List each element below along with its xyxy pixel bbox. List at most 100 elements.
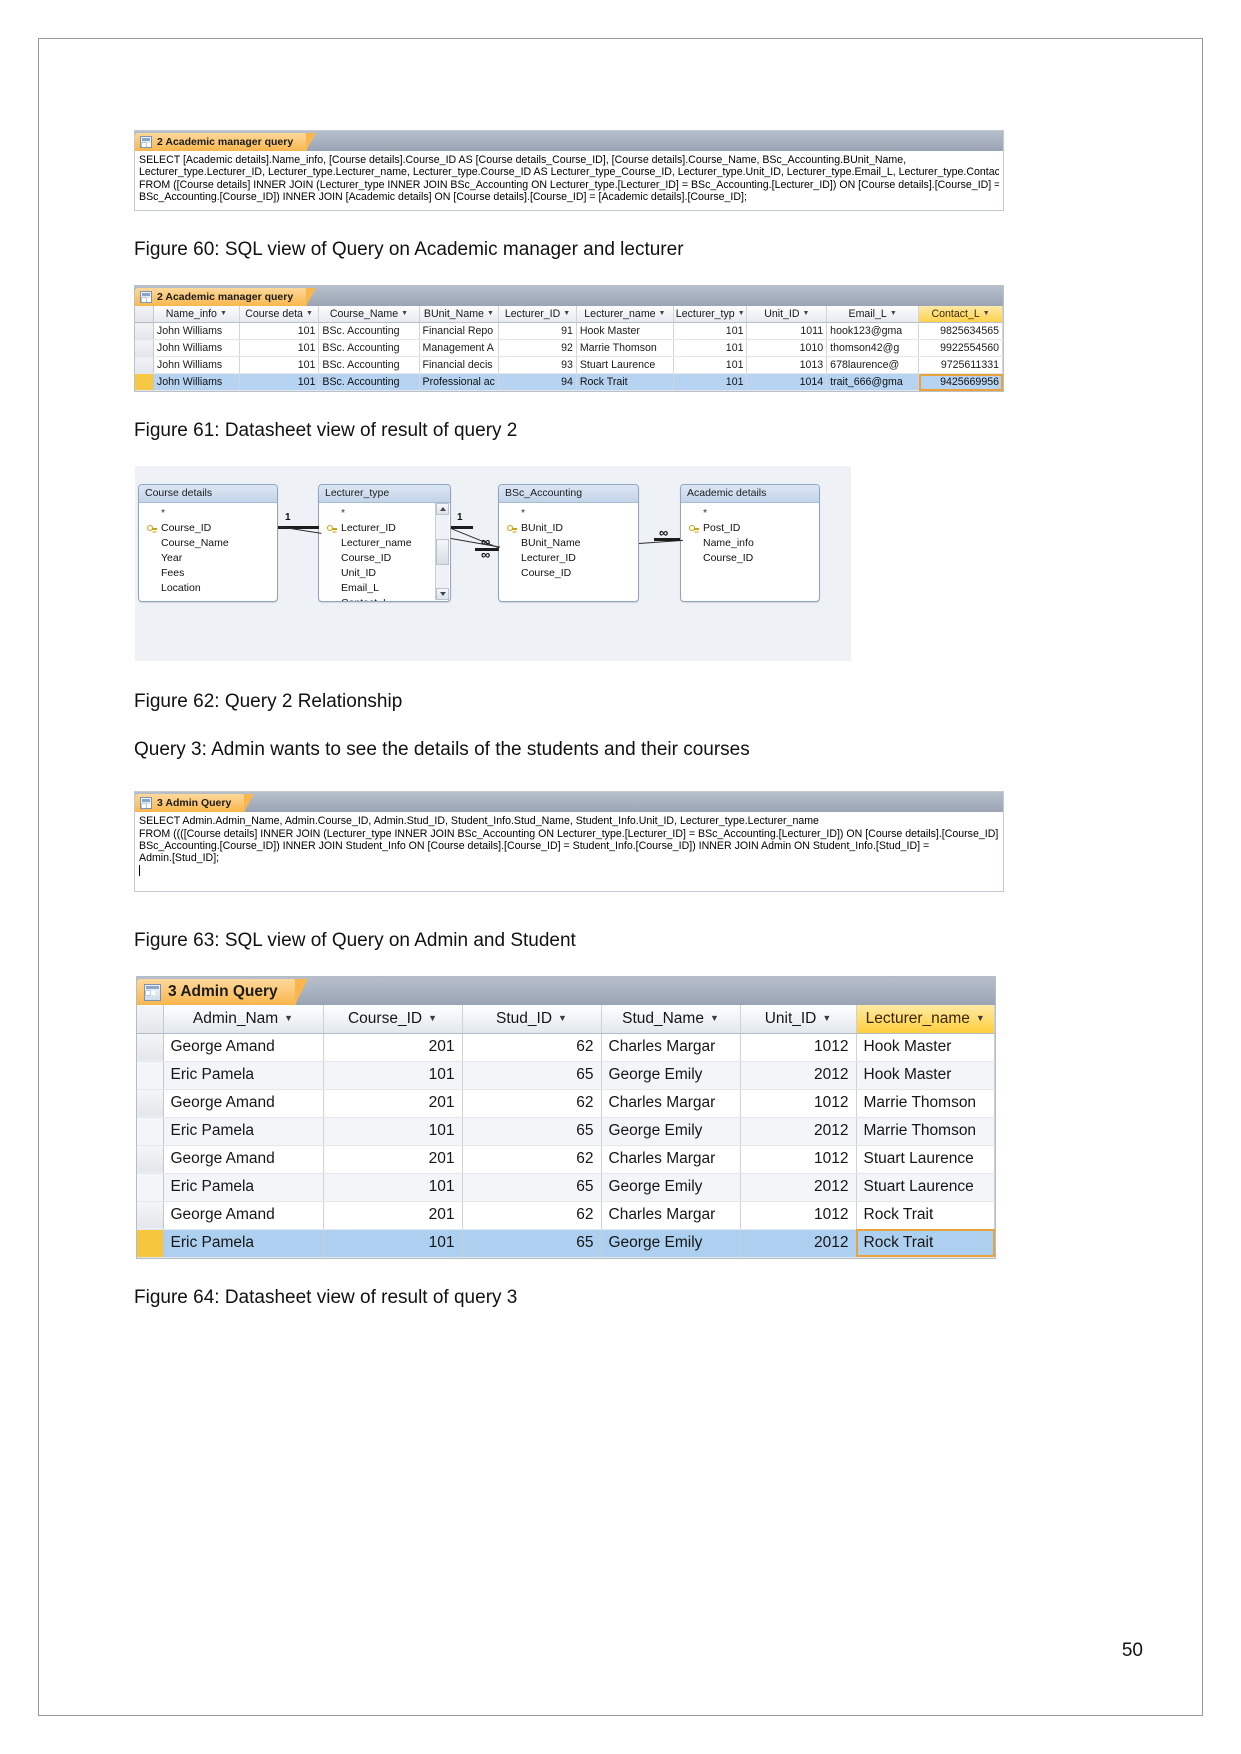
row-selector[interactable] [137,1229,164,1258]
cell-unit-id[interactable]: 1010 [746,339,828,358]
column-header-lecturer-id[interactable]: Lecturer_ID ▼ [498,305,577,324]
cell-lecturer-name[interactable]: Hook Master [576,322,674,341]
cell-course-id[interactable]: 201 [323,1089,463,1118]
cell-bunit-name[interactable]: Management A [419,339,500,358]
cell-email-l[interactable]: trait_666@gma [826,373,920,392]
cell-unit-id[interactable]: 1012 [740,1201,857,1230]
row-selector[interactable] [137,1117,164,1146]
cell-name-info[interactable]: John Williams [153,339,240,358]
cell-bunit-name[interactable]: Professional ac [419,373,500,392]
object-tab-admin-query[interactable]: 3 Admin Query [135,794,255,813]
cell-lecturer-name[interactable]: Hook Master [856,1033,995,1062]
column-header-stud-id[interactable]: Stud_ID ▼ [462,1005,602,1034]
object-tab-academic-manager-query[interactable]: 2 Academic manager query [135,287,317,306]
row-selector[interactable] [135,373,154,392]
row-selector[interactable] [137,1061,164,1090]
table-row[interactable]: George Amand 201 62 Charles Margar 1012 … [137,1145,995,1174]
table-row[interactable]: George Amand 201 62 Charles Margar 1012 … [137,1089,995,1118]
cell-course-id[interactable]: 101 [323,1229,463,1258]
cell-stud-id[interactable]: 62 [462,1201,602,1230]
cell-bunit-name[interactable]: Financial Repo [419,322,500,341]
cell-stud-name[interactable]: Charles Margar [601,1089,741,1118]
cell-email-l[interactable]: hook123@gma [826,322,920,341]
select-all-corner[interactable] [135,305,154,324]
scroll-up-button[interactable] [436,503,449,516]
cell-course-id[interactable]: 101 [323,1117,463,1146]
scrollbar-thumb[interactable] [436,539,449,566]
cell-course-details-course-id[interactable]: 101 [239,339,320,358]
cell-course-id[interactable]: 101 [323,1173,463,1202]
cell-admin-name[interactable]: George Amand [163,1201,324,1230]
cell-name-info[interactable]: John Williams [153,322,240,341]
table-row[interactable]: John Williams 101 BSc. Accounting Profes… [135,373,1003,392]
cell-email-l[interactable]: thomson42@g [826,339,920,358]
cell-lecturer-name[interactable]: Stuart Laurence [856,1145,995,1174]
relationship-table-scrollbar[interactable] [435,503,449,601]
table-row[interactable]: John Williams 101 BSc. Accounting Manage… [135,339,1003,358]
cell-course-id[interactable]: 101 [323,1061,463,1090]
cell-lecturer-id[interactable]: 92 [498,339,577,358]
cell-unit-id[interactable]: 1012 [740,1033,857,1062]
cell-stud-name[interactable]: Charles Margar [601,1201,741,1230]
table-row[interactable]: Eric Pamela 101 65 George Emily 2012 Roc… [137,1229,995,1258]
cell-lecturer-type-course-id[interactable]: 101 [673,373,748,392]
column-header-unit-id[interactable]: Unit_ID ▼ [740,1005,857,1034]
table-row[interactable]: Eric Pamela 101 65 George Emily 2012 Hoo… [137,1061,995,1090]
cell-unit-id[interactable]: 1012 [740,1089,857,1118]
cell-unit-id[interactable]: 1013 [746,356,828,375]
cell-admin-name[interactable]: George Amand [163,1033,324,1062]
cell-course-name[interactable]: BSc. Accounting [318,322,420,341]
cell-lecturer-type-course-id[interactable]: 101 [673,322,748,341]
select-all-corner[interactable] [137,1005,164,1034]
cell-lecturer-name[interactable]: Rock Trait [856,1229,995,1258]
column-header-course-details-course-id[interactable]: Course deta ▼ [239,305,320,324]
cell-lecturer-name[interactable]: Stuart Laurence [576,356,674,375]
cell-unit-id[interactable]: 1011 [746,322,828,341]
object-tab-academic-manager-query[interactable]: 2 Academic manager query [135,133,317,151]
cell-lecturer-name[interactable]: Rock Trait [856,1201,995,1230]
cell-course-name[interactable]: BSc. Accounting [318,356,420,375]
cell-email-l[interactable]: 678laurence@ [826,356,920,375]
cell-stud-name[interactable]: George Emily [601,1173,741,1202]
cell-stud-name[interactable]: George Emily [601,1061,741,1090]
column-header-contact-l[interactable]: Contact_L ▼ [918,305,1003,324]
cell-unit-id[interactable]: 2012 [740,1117,857,1146]
cell-lecturer-id[interactable]: 93 [498,356,577,375]
cell-stud-id[interactable]: 62 [462,1033,602,1062]
column-header-lecturer-name[interactable]: Lecturer_name ▼ [856,1005,995,1034]
cell-stud-name[interactable]: Charles Margar [601,1145,741,1174]
cell-course-name[interactable]: BSc. Accounting [318,373,420,392]
relationship-table-course-details[interactable]: Course details * Course_ID Course_Name Y… [138,484,278,603]
row-selector[interactable] [135,356,154,375]
cell-stud-id[interactable]: 65 [462,1173,602,1202]
table-row[interactable]: Eric Pamela 101 65 George Emily 2012 Mar… [137,1117,995,1146]
cell-admin-name[interactable]: George Amand [163,1145,324,1174]
object-tab-admin-query[interactable]: 3 Admin Query [137,979,308,1006]
cell-stud-id[interactable]: 65 [462,1229,602,1258]
cell-admin-name[interactable]: George Amand [163,1089,324,1118]
table-row[interactable]: George Amand 201 62 Charles Margar 1012 … [137,1201,995,1230]
cell-course-details-course-id[interactable]: 101 [239,356,320,375]
cell-lecturer-name[interactable]: Marrie Thomson [856,1089,995,1118]
cell-stud-id[interactable]: 62 [462,1089,602,1118]
table-row[interactable]: George Amand 201 62 Charles Margar 1012 … [137,1033,995,1062]
row-selector[interactable] [135,322,154,341]
cell-unit-id[interactable]: 2012 [740,1229,857,1258]
column-header-name-info[interactable]: Name_info ▼ [153,305,240,324]
cell-unit-id[interactable]: 1012 [740,1145,857,1174]
sql-text-area[interactable]: SELECT [Academic details].Name_info, [Co… [135,151,1003,210]
cell-course-id[interactable]: 201 [323,1201,463,1230]
relationship-table-lecturer-type[interactable]: Lecturer_type * Lecturer_ID Lecturer_nam… [318,484,451,603]
cell-name-info[interactable]: John Williams [153,373,240,392]
column-header-bunit-name[interactable]: BUnit_Name ▼ [419,305,500,324]
cell-bunit-name[interactable]: Financial decis [419,356,500,375]
cell-name-info[interactable]: John Williams [153,356,240,375]
row-selector[interactable] [137,1145,164,1174]
row-selector[interactable] [137,1201,164,1230]
cell-admin-name[interactable]: Eric Pamela [163,1061,324,1090]
cell-contact-l[interactable]: 9825634565 [918,322,1003,341]
row-selector[interactable] [137,1089,164,1118]
table-row[interactable]: John Williams 101 BSc. Accounting Financ… [135,322,1003,341]
scroll-down-button[interactable] [436,588,449,601]
sql-text-area[interactable]: SELECT Admin.Admin_Name, Admin.Course_ID… [135,812,1003,892]
